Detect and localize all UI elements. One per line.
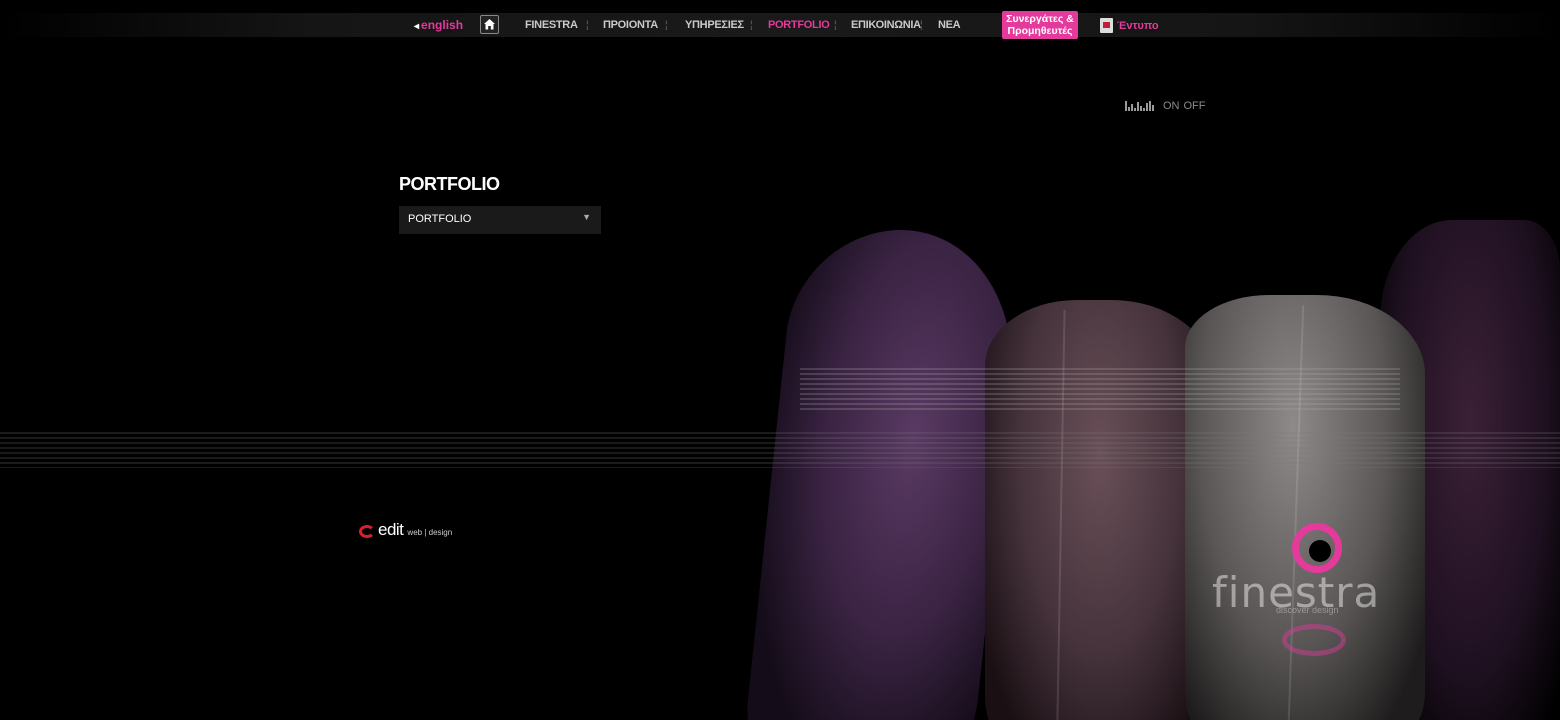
edit-logo-sub: web | design [407,528,453,537]
nav-separator: ¦ [586,20,589,31]
partners-label-line2: Προμηθευτές [1007,25,1073,37]
finestra-logo: finestra discover design [1212,520,1412,660]
edit-web-design-credit[interactable]: edit web | design [359,520,452,540]
edit-logo-word: edit [378,520,404,539]
nav-item-contact[interactable]: ΕΠΙΚΟΙΝΩΝΙΑ [851,19,921,31]
nav-item-services[interactable]: ΥΠΗΡΕΣΙΕΣ [685,19,744,31]
nav-item-portfolio[interactable]: PORTFOLIO [768,19,830,31]
equalizer-icon [1125,101,1155,111]
home-button[interactable] [480,15,499,34]
sound-control: ON OFF [1125,100,1206,112]
caret-down-icon: ▼ [582,212,591,222]
nav-item-products[interactable]: ΠΡΟΙΟΝΤΑ [603,19,658,31]
logo-reflection [1282,624,1346,656]
page-title: PORTFOLIO [399,174,500,194]
partners-suppliers-button[interactable]: Συνεργάτες & Προμηθευτές [1002,11,1078,39]
arrow-left-icon: ◂ [414,21,420,32]
select-value: PORTFOLIO [408,213,472,225]
nav-separator: ¦ [750,20,753,31]
decorative-stripes [800,368,1400,413]
brochure-label: Έντυπο [1117,19,1159,32]
portfolio-select[interactable]: PORTFOLIO ▼ [399,206,601,234]
nav-separator: ¦ [665,20,668,31]
home-icon [484,19,495,30]
nav-item-finestra[interactable]: FINESTRA [525,19,578,31]
language-switch[interactable]: ◂ english [414,18,463,32]
nav-separator: ¦ [834,20,837,31]
pdf-icon [1100,18,1113,33]
decorative-stripes [0,432,1560,468]
language-label: english [421,18,464,32]
finestra-ring-icon [1292,523,1342,573]
partners-label-line1: Συνεργάτες & [1006,13,1074,25]
edit-logo-icon [359,525,375,538]
nav-separator: ¦ [920,20,923,31]
brand-tagline: discover design [1276,605,1339,615]
sound-off-button[interactable]: OFF [1184,100,1206,112]
brochure-link[interactable]: Έντυπο [1100,18,1159,33]
pillow-image-brown [985,300,1215,720]
nav-item-news[interactable]: ΝΕΑ [938,19,961,31]
sound-on-button[interactable]: ON [1163,100,1180,112]
